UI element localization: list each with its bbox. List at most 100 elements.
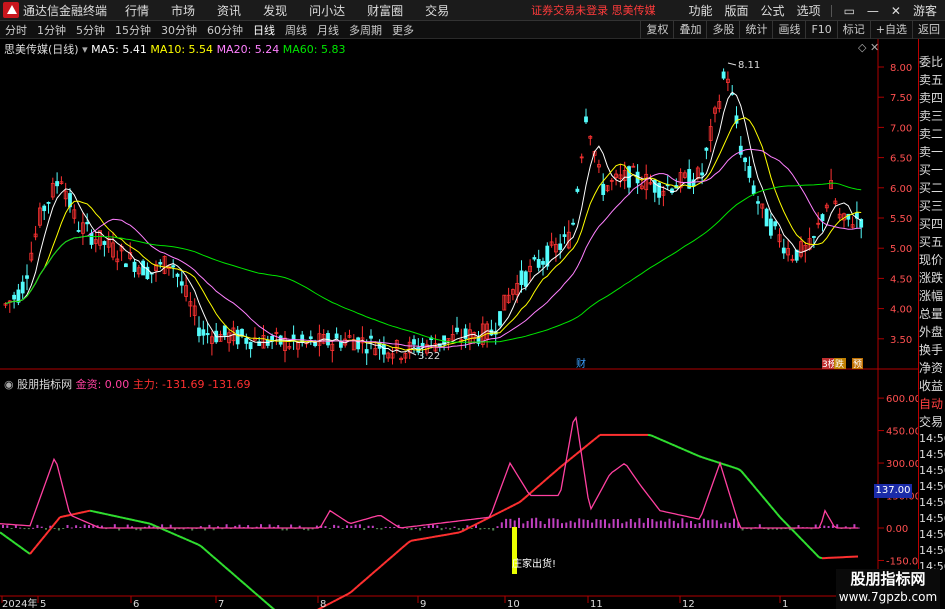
- menu-item-news[interactable]: 资讯: [217, 2, 241, 19]
- btn-stats[interactable]: 统计: [739, 21, 772, 39]
- side-item[interactable]: 委比: [919, 53, 945, 71]
- period-multi[interactable]: 多周期: [344, 22, 387, 38]
- main-force-segment: [395, 549, 400, 554]
- badge-3[interactable]: 预: [853, 359, 862, 370]
- btn-f10[interactable]: F10: [805, 21, 836, 39]
- main-force-segment: [482, 518, 487, 522]
- indicator-toggle-icon[interactable]: ◉: [4, 378, 14, 391]
- badge-2[interactable]: 跌: [835, 359, 844, 370]
- menu-item-trade[interactable]: 交易: [425, 2, 449, 19]
- main-force-segment: [665, 440, 670, 445]
- menu-layout[interactable]: 版面: [725, 2, 749, 19]
- indicator-bar: [376, 528, 379, 530]
- menu-item-ask[interactable]: 问小达: [309, 2, 345, 19]
- btn-draw[interactable]: 画线: [772, 21, 805, 39]
- main-force-segment: [95, 511, 100, 514]
- side-item: 卖一: [919, 145, 944, 159]
- indicator-bar: [389, 527, 391, 529]
- main-force-segment: [32, 545, 37, 551]
- period-intraday[interactable]: 分时: [0, 22, 32, 38]
- main-force-segment: [191, 540, 196, 545]
- ma60-label: MA60: 5.83: [282, 43, 346, 56]
- indicator-bar: [32, 527, 35, 529]
- main-force-segment: [533, 486, 538, 491]
- btn-add-watchlist[interactable]: +自选: [869, 21, 912, 39]
- close-window-icon[interactable]: ✕: [891, 4, 901, 18]
- date-tick-label: 6: [133, 599, 139, 609]
- settings-icon[interactable]: ◇: [858, 41, 866, 54]
- period-5min[interactable]: 5分钟: [71, 22, 110, 38]
- btn-adjust[interactable]: 复权: [640, 21, 673, 39]
- menu-options[interactable]: 选项: [797, 2, 821, 19]
- period-1min[interactable]: 1分钟: [32, 22, 71, 38]
- stock-name[interactable]: 思美传媒(日线): [4, 43, 79, 56]
- close-chart-icon[interactable]: ✕: [870, 41, 879, 54]
- main-force-segment: [206, 550, 211, 555]
- main-force-segment: [437, 534, 442, 538]
- menu-item-discover[interactable]: 发现: [263, 2, 287, 19]
- main-force-segment: [365, 575, 370, 580]
- main-force-segment: [65, 514, 70, 517]
- side-item: 总量: [919, 307, 944, 321]
- btn-multi-stock[interactable]: 多股: [706, 21, 739, 39]
- period-more[interactable]: 更多: [387, 22, 419, 38]
- menu-formula[interactable]: 公式: [761, 2, 785, 19]
- minimize-window-icon[interactable]: —: [867, 4, 879, 18]
- period-weekly[interactable]: 周线: [280, 22, 312, 38]
- candle-body: [76, 230, 81, 232]
- main-force-segment: [575, 451, 580, 456]
- indicator-bar: [341, 528, 344, 529]
- trade-label[interactable]: 交易: [919, 413, 945, 431]
- indicator-bar: [444, 527, 447, 529]
- main-force-segment: [47, 527, 52, 533]
- kline-chart[interactable]: 8.00 7.50 7.00 6.50 6.00 5.50 5.00 4.50 4.00 3.50…: [0, 39, 918, 609]
- main-force-segment: [254, 592, 259, 597]
- main-force-segment: [662, 439, 667, 443]
- main-force-segment: [797, 534, 802, 540]
- period-30min[interactable]: 30分钟: [156, 22, 202, 38]
- side-item: 买一: [919, 163, 944, 177]
- indicator-bar: [88, 525, 90, 528]
- indicator-name[interactable]: 股朋指标网: [17, 378, 72, 391]
- main-force-segment: [707, 458, 712, 462]
- date-tick-label: 8: [320, 599, 326, 609]
- indicator-bar: [694, 524, 697, 528]
- restore-window-icon[interactable]: ▭: [844, 4, 855, 18]
- btn-overlay[interactable]: 叠加: [673, 21, 706, 39]
- finance-marker[interactable]: 财: [576, 357, 586, 370]
- main-force-segment: [479, 519, 484, 524]
- main-force-segment: [251, 589, 256, 594]
- login-notice[interactable]: 证券交易未登录 思美传媒: [531, 2, 656, 18]
- high-pointer: [727, 62, 737, 66]
- auto-trade-button[interactable]: 自动: [919, 395, 945, 413]
- period-daily[interactable]: 日线: [248, 22, 280, 38]
- menu-item-wealth[interactable]: 财富圈: [367, 2, 403, 19]
- main-force-segment: [449, 532, 454, 536]
- indicator-bar: [436, 525, 439, 528]
- indicator-bar: [638, 518, 641, 528]
- indicator-bar: [733, 518, 735, 528]
- btn-back[interactable]: 返回: [912, 21, 945, 39]
- high-price-label: 8.11: [738, 60, 760, 71]
- date-axis: 2024年5678910111212: [1, 596, 864, 609]
- candle-body: [132, 261, 137, 272]
- guest-user[interactable]: 游客: [913, 2, 937, 19]
- legend-toggle-icon[interactable]: ▾: [82, 43, 88, 56]
- candle-body: [498, 311, 502, 326]
- menu-item-market[interactable]: 市场: [171, 2, 195, 19]
- main-force-segment: [794, 531, 799, 537]
- indicator-bar: [406, 528, 409, 529]
- date-tick-label: 9: [420, 599, 426, 609]
- period-15min[interactable]: 15分钟: [110, 22, 156, 38]
- period-monthly[interactable]: 月线: [312, 22, 344, 38]
- menu-item-market-quote[interactable]: 行情: [125, 2, 149, 19]
- main-force-segment: [791, 528, 796, 534]
- main-force-segment: [77, 511, 82, 515]
- main-force-segment: [101, 512, 106, 515]
- candle-body: [25, 275, 29, 279]
- btn-mark[interactable]: 标记: [836, 21, 870, 39]
- main-force-segment: [200, 545, 205, 550]
- period-60min[interactable]: 60分钟: [202, 22, 248, 38]
- candle-body: [42, 205, 47, 212]
- menu-function[interactable]: 功能: [689, 2, 713, 19]
